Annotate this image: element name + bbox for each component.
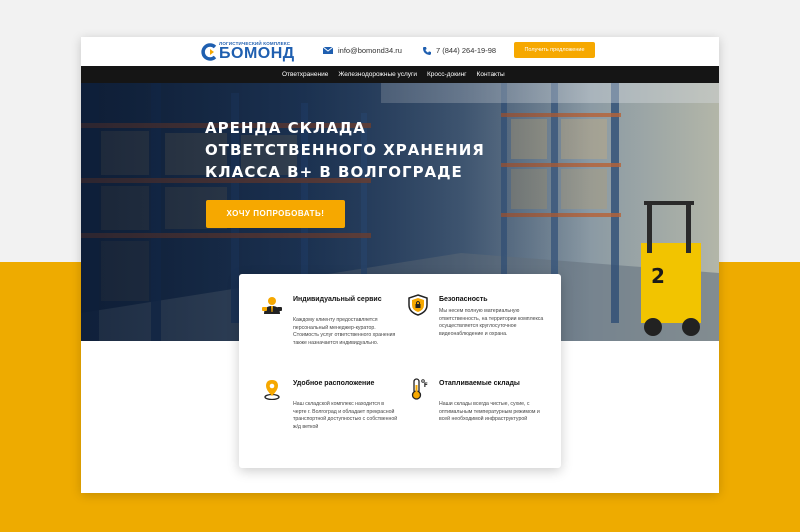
nav-item-contacts[interactable]: Контакты bbox=[477, 66, 505, 83]
phone-icon bbox=[423, 46, 431, 55]
try-it-button[interactable]: ХОЧУ ПОПРОБОВАТЬ! bbox=[206, 200, 345, 228]
hero-title-line: ОТВЕТСТВЕННОГО ХРАНЕНИЯ bbox=[205, 141, 485, 159]
features-card: Индивидуальный сервис Каждому клиенту пр… bbox=[239, 274, 561, 468]
feature-text: Наши склады всегда чистые, сухие, с опти… bbox=[439, 401, 540, 422]
nav-item-cross-docking[interactable]: Кросс-докинг bbox=[427, 66, 467, 83]
logo-name: БОМОНД bbox=[219, 45, 295, 62]
feature-title: Отапливаемые склады bbox=[439, 380, 520, 387]
logo-mark-icon bbox=[201, 43, 217, 61]
main-nav: Ответхранение Железнодорожные услуги Кро… bbox=[81, 66, 719, 83]
nav-item-railway[interactable]: Железнодорожные услуги bbox=[338, 66, 417, 83]
hero-title-line: КЛАССА В+ В ВОЛГОГРАДЕ bbox=[205, 163, 463, 181]
feature-text: Мы несем полную материальную ответственн… bbox=[439, 308, 544, 337]
location-pin-icon bbox=[264, 380, 280, 400]
envelope-icon bbox=[323, 47, 333, 54]
site-header: ЛОГИСТИЧЕСКИЙ КОМПЛЕКС БОМОНД info@bomon… bbox=[81, 37, 719, 66]
feature-text: Каждому клиенту предоставляется персонал… bbox=[293, 317, 396, 346]
website-mockup: ЛОГИСТИЧЕСКИЙ КОМПЛЕКС БОМОНД info@bomon… bbox=[81, 37, 719, 493]
header-email[interactable]: info@bomond34.ru bbox=[323, 46, 402, 55]
nav-item-storage[interactable]: Ответхранение bbox=[282, 66, 328, 83]
email-text: info@bomond34.ru bbox=[338, 46, 402, 55]
get-offer-button[interactable]: Получить предложение bbox=[514, 42, 595, 58]
header-phone[interactable]: 7 (844) 264-19-98 bbox=[423, 46, 496, 55]
feature-title: Удобное расположение bbox=[293, 380, 375, 387]
logo[interactable]: ЛОГИСТИЧЕСКИЙ КОМПЛЕКС БОМОНД bbox=[201, 40, 313, 62]
feature-text: Наш складской комплекс находится в черте… bbox=[293, 401, 398, 430]
hero-title: АРЕНДА СКЛАДА ОТВЕТСТВЕННОГО ХРАНЕНИЯ КЛ… bbox=[205, 117, 545, 183]
manager-icon bbox=[262, 297, 282, 314]
feature-title: Безопасность bbox=[439, 296, 488, 303]
thermometer-icon: F bbox=[411, 378, 428, 400]
hero-title-line: АРЕНДА СКЛАДА bbox=[205, 119, 366, 137]
phone-text: 7 (844) 264-19-98 bbox=[436, 46, 497, 55]
svg-text:F: F bbox=[424, 382, 428, 389]
feature-title: Индивидуальный сервис bbox=[293, 296, 382, 303]
shield-icon bbox=[408, 294, 428, 316]
nav-list: Ответхранение Железнодорожные услуги Кро… bbox=[282, 66, 505, 83]
